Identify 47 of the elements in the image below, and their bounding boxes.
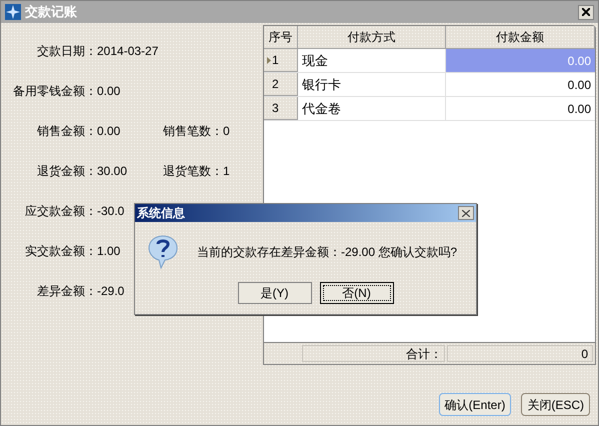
- table-cell: 银行卡: [298, 73, 446, 96]
- table-cell[interactable]: 0.00: [446, 97, 595, 120]
- field-label: 交款日期：: [36, 43, 97, 60]
- field-label: 退货笔数：: [162, 163, 223, 180]
- field-value: 2014-03-27: [97, 44, 158, 58]
- question-icon: [147, 234, 179, 270]
- field-value: 0.00: [97, 84, 120, 98]
- row-header[interactable]: 3: [264, 97, 298, 120]
- window-title: 交款记账: [25, 3, 77, 22]
- field-value: 1: [223, 163, 230, 180]
- column-header: 付款金额: [446, 26, 595, 48]
- field-value: 30.00: [97, 164, 128, 178]
- field-label: 退货金额：: [36, 163, 97, 180]
- row-header[interactable]: 1: [264, 49, 298, 72]
- column-header: 付款方式: [298, 26, 446, 48]
- row-number: 3: [271, 100, 279, 117]
- table-cell: 代金卷: [298, 97, 446, 120]
- dialog-message: 当前的交款存在差异金额：-29.00 您确认交款吗?: [197, 244, 458, 261]
- row-number: 1: [272, 52, 279, 69]
- field-value: -30.0: [97, 204, 124, 218]
- row-pointer-icon: [267, 56, 271, 64]
- close-button[interactable]: [578, 4, 594, 20]
- field-value: 1.00: [97, 244, 120, 258]
- field-label: 应交款金额：: [24, 203, 97, 220]
- dialog-title: 系统信息: [137, 205, 185, 222]
- field-label: 销售金额：: [36, 123, 97, 140]
- total-value: 0: [447, 345, 593, 362]
- compass-icon: [5, 4, 21, 20]
- field-value: 0: [223, 123, 230, 140]
- table-cell[interactable]: 0.00: [446, 73, 595, 96]
- close-button[interactable]: [458, 206, 474, 220]
- dialog-button[interactable]: 关闭(ESC): [521, 393, 590, 416]
- dialog-button[interactable]: 是(Y): [238, 282, 312, 304]
- total-label: 合计：: [302, 345, 445, 362]
- field-value: 0.00: [97, 124, 120, 138]
- close-icon: [462, 210, 470, 216]
- field-label: 销售笔数：: [162, 123, 223, 140]
- field-label: 备用零钱金额：: [12, 83, 97, 100]
- row-number: 2: [271, 76, 279, 93]
- field-label: 差异金额：: [36, 283, 97, 300]
- field-label: 实交款金额：: [24, 243, 97, 260]
- dialog-button[interactable]: 否(N): [320, 282, 394, 304]
- column-header: 序号: [264, 26, 298, 48]
- field-value: -29.0: [97, 284, 124, 298]
- row-header[interactable]: 2: [264, 73, 298, 96]
- dialog-button[interactable]: 确认(Enter): [438, 393, 512, 416]
- close-icon: [582, 8, 590, 16]
